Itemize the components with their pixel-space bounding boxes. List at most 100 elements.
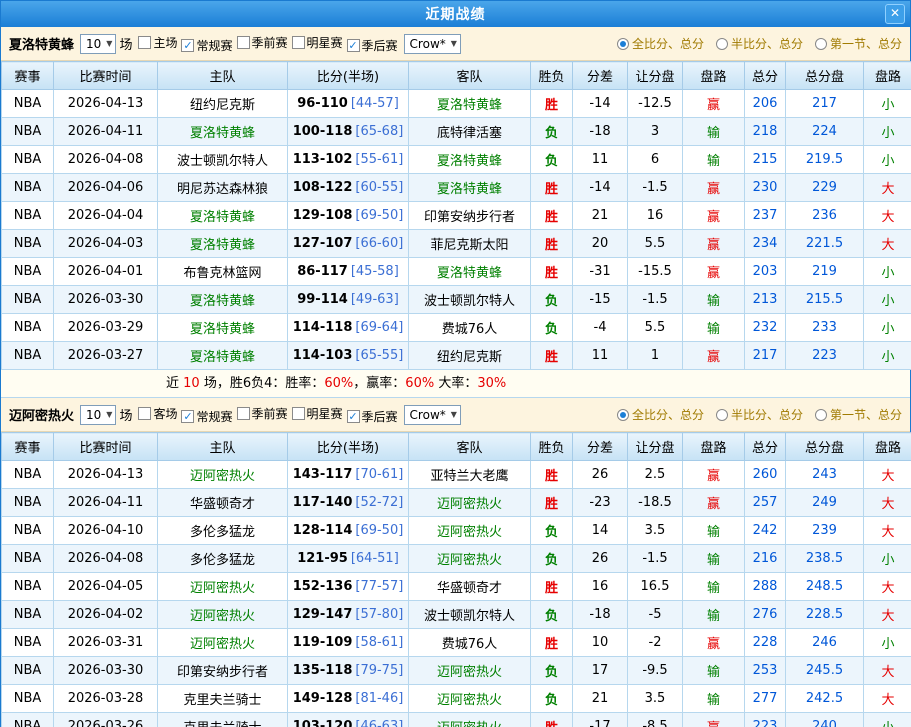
checked-icon: ✓ (181, 39, 194, 52)
score-cell: 129-147[57-80] (288, 601, 409, 629)
full-score: 129-147 (293, 607, 353, 622)
home-team-cell: 迈阿密热火 (158, 601, 288, 629)
handicap-result-cell: 输 (683, 573, 745, 601)
total-cell: 288 (745, 573, 786, 601)
source-select[interactable]: Crow* ▼ (404, 405, 461, 425)
close-button[interactable]: ✕ (885, 4, 905, 24)
checkbox-主场[interactable]: 主场 (138, 34, 177, 51)
radio-第一节、总分[interactable]: 第一节、总分 (815, 35, 902, 52)
total-cell: 234 (745, 230, 786, 258)
total-result-cell: 小 (864, 286, 911, 314)
win-loss-cell: 胜 (531, 489, 573, 517)
away-team-cell: 亚特兰大老鹰 (409, 461, 531, 489)
half-score: [45-58] (351, 264, 399, 279)
handicap-cell: 5.5 (628, 314, 683, 342)
total-cell: 242 (745, 517, 786, 545)
total-line-cell: 243 (786, 461, 864, 489)
win-loss-cell: 胜 (531, 230, 573, 258)
away-team-cell: 波士顿凯尔特人 (409, 286, 531, 314)
radio-全比分、总分[interactable]: 全比分、总分 (617, 35, 704, 52)
total-cell: 253 (745, 657, 786, 685)
column-header: 总分 (745, 433, 786, 461)
league-cell: NBA (2, 517, 54, 545)
checkbox-季前赛[interactable]: 季前赛 (237, 34, 288, 51)
away-team-cell: 夏洛特黄蜂 (409, 258, 531, 286)
radio-第一节、总分[interactable]: 第一节、总分 (815, 406, 902, 423)
date-cell: 2026-04-06 (54, 174, 158, 202)
team-name: 夏洛特黄蜂 (9, 34, 74, 53)
score-cell: 108-122[60-55] (288, 174, 409, 202)
chevron-down-icon: ▼ (451, 39, 457, 48)
column-header: 主队 (158, 433, 288, 461)
total-line-cell: 215.5 (786, 286, 864, 314)
home-team-cell: 迈阿密热火 (158, 629, 288, 657)
half-score: [65-68] (355, 124, 403, 139)
source-select[interactable]: Crow* ▼ (404, 34, 461, 54)
diff-cell: 26 (573, 461, 628, 489)
diff-cell: 11 (573, 342, 628, 370)
count-select[interactable]: 10 ▼ (80, 405, 116, 425)
recent-results-panel: 近期战绩 ✕ 夏洛特黄蜂 10 ▼ 场 主场✓常规赛季前赛明星赛✓季后赛 Cro… (0, 0, 911, 727)
win-loss-cell: 胜 (531, 461, 573, 489)
handicap-result-cell: 赢 (683, 489, 745, 517)
total-result-cell: 小 (864, 713, 911, 727)
diff-cell: 10 (573, 629, 628, 657)
away-team-cell: 底特律活塞 (409, 118, 531, 146)
count-select[interactable]: 10 ▼ (80, 34, 116, 54)
section-team-2: 迈阿密热火 10 ▼ 场 客场✓常规赛季前赛明星赛✓季后赛 Crow* ▼ 全比… (1, 398, 910, 727)
handicap-cell: 2.5 (628, 461, 683, 489)
away-team-cell: 费城76人 (409, 629, 531, 657)
diff-cell: -14 (573, 174, 628, 202)
score-cell: 86-117[45-58] (288, 258, 409, 286)
game-row: NBA2026-04-03夏洛特黄蜂127-107[66-60]菲尼克斯太阳胜2… (2, 230, 911, 258)
checkbox-明星赛[interactable]: 明星赛 (292, 34, 343, 51)
count-select-value: 10 (86, 408, 101, 422)
win-loss-cell: 负 (531, 685, 573, 713)
radio-label: 全比分、总分 (632, 406, 704, 423)
checkbox-季前赛[interactable]: 季前赛 (237, 405, 288, 422)
checkbox-常规赛[interactable]: ✓常规赛 (181, 37, 232, 54)
filter-checkbox-group: 主场✓常规赛季前赛 明星赛✓季后赛 (134, 34, 397, 54)
handicap-result-cell: 赢 (683, 174, 745, 202)
half-score: [64-51] (351, 551, 399, 566)
half-score: [49-63] (351, 292, 399, 307)
column-header: 比分(半场) (288, 62, 409, 90)
home-team-cell: 迈阿密热火 (158, 573, 288, 601)
radio-半比分、总分[interactable]: 半比分、总分 (716, 406, 803, 423)
home-team-cell: 多伦多猛龙 (158, 545, 288, 573)
date-cell: 2026-04-10 (54, 517, 158, 545)
score-cell: 114-118[69-64] (288, 314, 409, 342)
handicap-cell: -8.5 (628, 713, 683, 727)
win-loss-cell: 负 (531, 286, 573, 314)
column-header: 盘路 (864, 433, 911, 461)
total-cell: 277 (745, 685, 786, 713)
handicap-result-cell: 输 (683, 545, 745, 573)
checkbox-label: 明星赛 (307, 34, 343, 51)
checkbox-季后赛[interactable]: ✓季后赛 (347, 408, 398, 425)
score-cell: 121-95[64-51] (288, 545, 409, 573)
away-team-cell: 迈阿密热火 (409, 685, 531, 713)
checkbox-季后赛[interactable]: ✓季后赛 (347, 37, 398, 54)
checkbox-常规赛[interactable]: ✓常规赛 (181, 408, 232, 425)
radio-全比分、总分[interactable]: 全比分、总分 (617, 406, 704, 423)
league-cell: NBA (2, 713, 54, 727)
game-row: NBA2026-04-11夏洛特黄蜂100-118[65-68]底特律活塞负-1… (2, 118, 911, 146)
full-score: 121-95 (297, 551, 348, 566)
date-cell: 2026-04-08 (54, 545, 158, 573)
checkbox-明星赛[interactable]: 明星赛 (292, 405, 343, 422)
date-cell: 2026-04-11 (54, 489, 158, 517)
radio-半比分、总分[interactable]: 半比分、总分 (716, 35, 803, 52)
total-cell: 213 (745, 286, 786, 314)
league-cell: NBA (2, 657, 54, 685)
game-row: NBA2026-04-05迈阿密热火152-136[77-57]华盛顿奇才胜16… (2, 573, 911, 601)
total-result-cell: 大 (864, 657, 911, 685)
league-cell: NBA (2, 286, 54, 314)
summary-segment: 场，胜6负4：胜率： (200, 376, 325, 391)
league-cell: NBA (2, 118, 54, 146)
full-score: 149-128 (293, 691, 353, 706)
home-team-cell: 纽约尼克斯 (158, 90, 288, 118)
checkbox-客场[interactable]: 客场 (138, 405, 177, 422)
total-cell: 228 (745, 629, 786, 657)
total-result-cell: 大 (864, 517, 911, 545)
diff-cell: -23 (573, 489, 628, 517)
